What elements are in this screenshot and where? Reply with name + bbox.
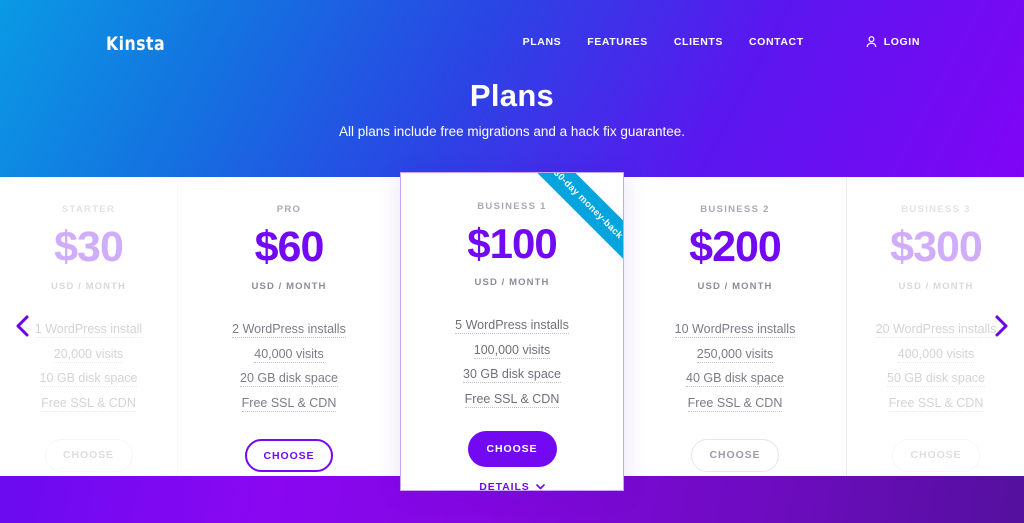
feature-item: 20 GB disk space [240, 371, 338, 387]
plan-features: 10 WordPress installs 250,000 visits 40 … [624, 317, 846, 415]
feature-item: Free SSL & CDN [687, 395, 783, 412]
chevron-left-icon [10, 313, 36, 339]
feature-item: 2 WordPress installs [232, 322, 346, 338]
plan-name: PRO [276, 204, 302, 215]
plan-name: BUSINESS 2 [700, 204, 770, 215]
feature-item: 400,000 visits [897, 346, 975, 363]
hero-section: Kinsta PLANS FEATURES CLIENTS CONTACT LO… [0, 0, 1024, 177]
plan-period: USD / MONTH [697, 281, 773, 292]
plan-name: STARTER [61, 204, 116, 215]
feature-item: 30 GB disk space [463, 367, 561, 383]
feature-item: Free SSL & CDN [241, 395, 337, 412]
chevron-right-icon [988, 313, 1014, 339]
main-nav: PLANS FEATURES CLIENTS CONTACT LOGIN [523, 36, 920, 48]
page-title: Plans [469, 78, 555, 113]
feature-item: Free SSL & CDN [464, 391, 560, 408]
login-label: LOGIN [883, 36, 920, 48]
feature-item: 250,000 visits [696, 346, 774, 363]
feature-item: 10 GB disk space [39, 371, 138, 387]
plan-period: USD / MONTH [251, 281, 327, 292]
site-logo[interactable]: Kinsta [106, 33, 165, 55]
plan-features: 5 WordPress installs 100,000 visits 30 G… [401, 313, 623, 411]
feature-item: 100,000 visits [473, 342, 551, 359]
details-toggle[interactable]: DETAILS [479, 481, 545, 491]
plan-name: BUSINESS 3 [901, 204, 971, 215]
feature-item: 40 GB disk space [686, 371, 784, 387]
plan-card-business-1-featured[interactable]: 30-day money-back BUSINESS 1 $100 USD / … [400, 172, 624, 491]
carousel-prev-button[interactable] [10, 313, 36, 339]
chevron-down-icon [535, 484, 545, 490]
nav-item-features[interactable]: FEATURES [587, 36, 648, 48]
choose-button[interactable]: CHOOSE [892, 439, 980, 472]
plan-price: $60 [254, 223, 325, 271]
person-icon [866, 36, 877, 48]
plan-period: USD / MONTH [474, 277, 550, 288]
details-label: DETAILS [479, 481, 530, 491]
feature-item: Free SSL & CDN [41, 395, 136, 412]
plan-period: USD / MONTH [51, 281, 126, 292]
feature-item: Free SSL & CDN [888, 395, 984, 412]
nav-item-plans[interactable]: PLANS [523, 36, 562, 48]
feature-item: 40,000 visits [254, 346, 324, 363]
choose-button[interactable]: CHOOSE [467, 431, 557, 467]
nav-item-contact[interactable]: CONTACT [749, 36, 804, 48]
page-subtitle: All plans include free migrations and a … [339, 124, 685, 139]
plan-price: $30 [54, 223, 124, 271]
plan-price: $200 [689, 223, 782, 271]
pricing-page: Kinsta PLANS FEATURES CLIENTS CONTACT LO… [0, 0, 1024, 523]
plan-card-pro[interactable]: PRO $60 USD / MONTH 2 WordPress installs… [178, 177, 401, 476]
plan-name: BUSINESS 1 [477, 201, 547, 212]
top-navigation-bar: Kinsta PLANS FEATURES CLIENTS CONTACT LO… [0, 0, 1024, 84]
login-button[interactable]: LOGIN [866, 36, 920, 48]
plan-price: $300 [890, 223, 983, 271]
choose-button[interactable]: CHOOSE [245, 439, 333, 472]
feature-item: 5 WordPress installs [455, 318, 569, 334]
plan-card-business-2[interactable]: BUSINESS 2 $200 USD / MONTH 10 WordPress… [624, 177, 847, 476]
plan-period: USD / MONTH [898, 281, 974, 292]
feature-item: 50 GB disk space [887, 371, 985, 387]
feature-item: 10 WordPress installs [674, 322, 796, 338]
feature-item: 20,000 visits [53, 346, 124, 363]
choose-button[interactable]: CHOOSE [691, 439, 779, 472]
plan-features: 2 WordPress installs 40,000 visits 20 GB… [178, 317, 400, 415]
nav-item-clients[interactable]: CLIENTS [674, 36, 723, 48]
choose-button[interactable]: CHOOSE [44, 439, 133, 472]
plan-price: $100 [467, 220, 557, 267]
carousel-next-button[interactable] [988, 313, 1014, 339]
